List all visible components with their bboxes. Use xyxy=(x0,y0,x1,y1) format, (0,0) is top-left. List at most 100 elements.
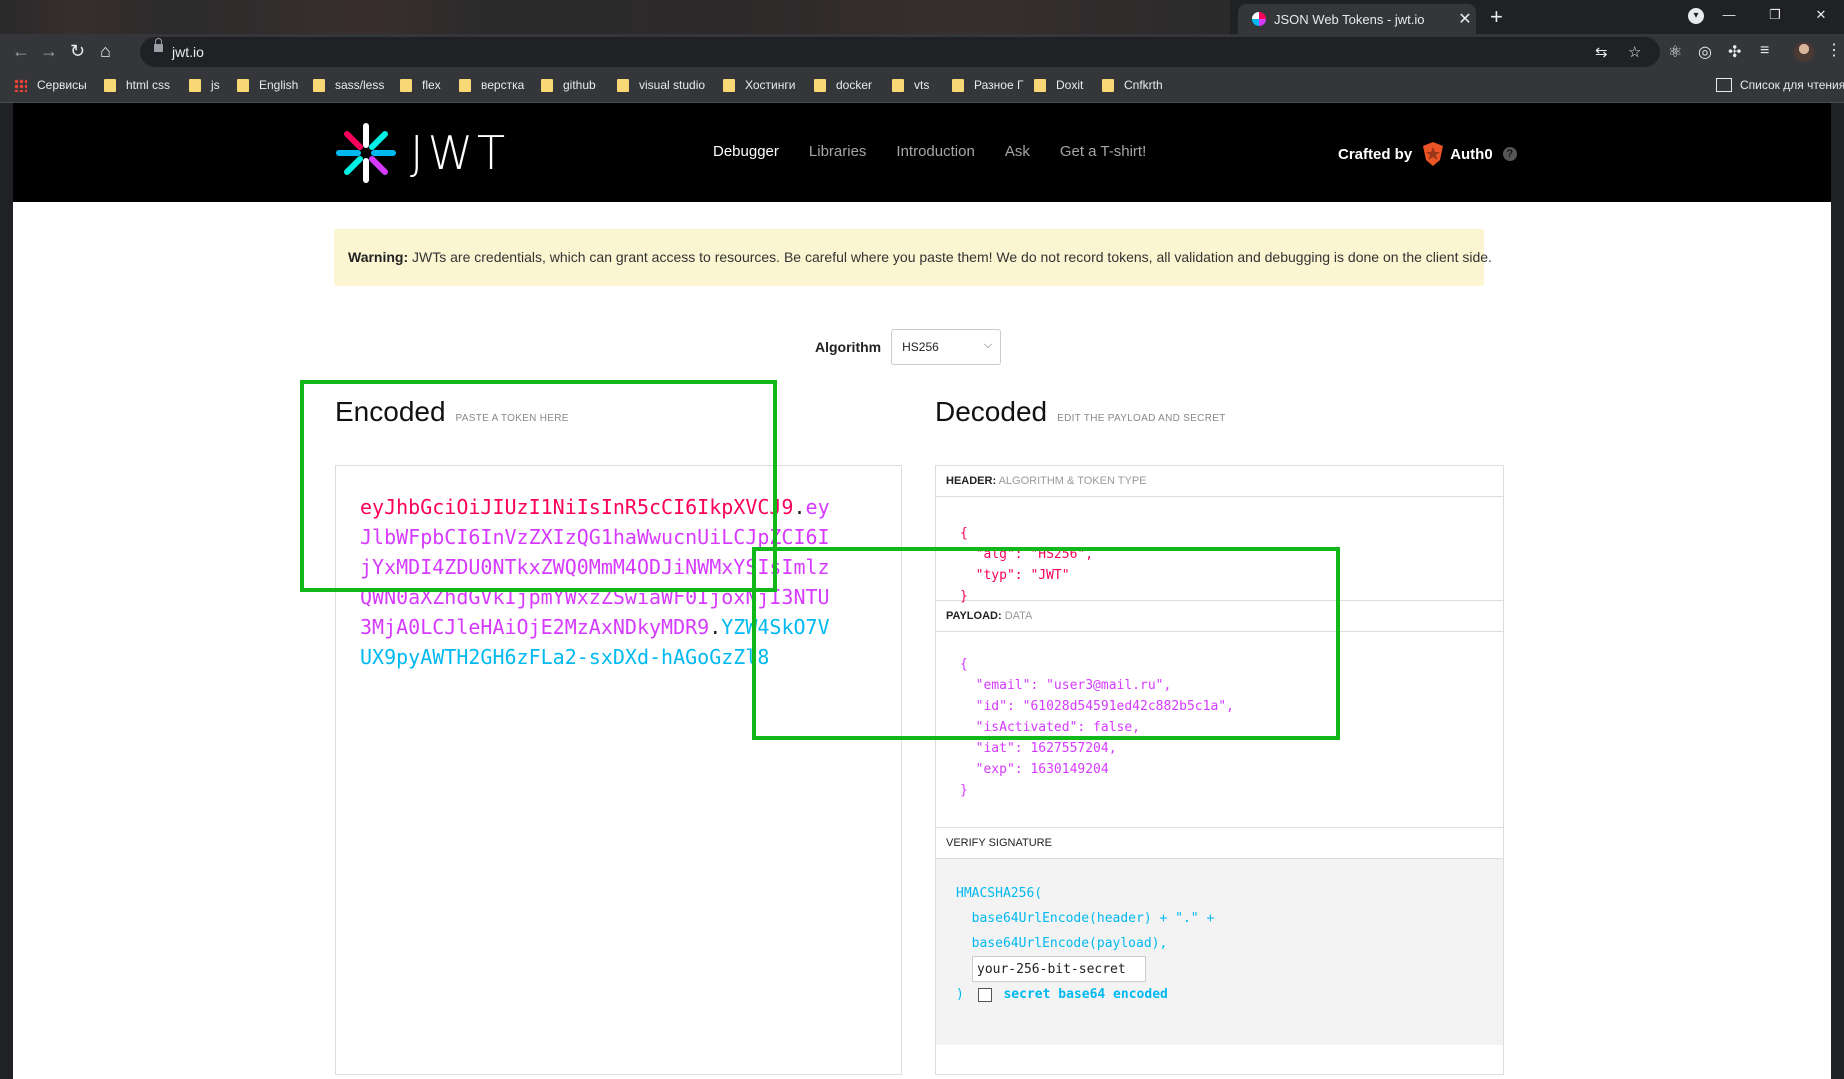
close-paren: ) xyxy=(956,987,964,1002)
extension-circle-icon[interactable]: ◎ xyxy=(1698,42,1712,62)
header-section-title: HEADER: ALGORITHM & TOKEN TYPE xyxy=(936,466,1503,497)
help-icon[interactable]: ? xyxy=(1502,147,1517,161)
bookmark-star-icon[interactable]: ☆ xyxy=(1628,43,1641,61)
warning-banner: Warning: JWTs are credentials, which can… xyxy=(334,229,1492,286)
json-line: "iat": 1627557204, xyxy=(960,741,1117,756)
bookmark-folder[interactable]: flex xyxy=(400,78,441,92)
bookmark-folder[interactable]: html css xyxy=(104,78,170,92)
nav-libraries[interactable]: Libraries xyxy=(809,143,867,160)
nav-tshirt[interactable]: Get a T-shirt! xyxy=(1060,143,1146,160)
apps-grid-icon xyxy=(14,78,27,92)
logo-text: JWT xyxy=(410,126,510,180)
bookmarks-bar: Сервисы html css js English sass/less fl… xyxy=(0,70,1844,103)
nav-debugger[interactable]: Debugger xyxy=(713,143,779,160)
jwt-logo[interactable]: JWT xyxy=(336,123,509,183)
close-window-icon[interactable]: ✕ xyxy=(1798,0,1844,30)
folder-icon xyxy=(459,78,471,92)
verify-line: HMACSHA256( xyxy=(956,886,1043,901)
bookmark-folder[interactable]: Разное Г xyxy=(952,78,1023,92)
crafted-by[interactable]: Crafted by Auth0 ? xyxy=(1338,142,1517,166)
tab-search-icon[interactable]: ▾ xyxy=(1688,8,1704,24)
folder-icon xyxy=(541,78,553,92)
tab-title: JSON Web Tokens - jwt.io xyxy=(1274,11,1425,27)
browser-menu-icon[interactable]: ⋮ xyxy=(1826,40,1842,60)
extensions-icon[interactable]: ✣ xyxy=(1728,42,1741,62)
page-viewport: JWT Debugger Libraries Introduction Ask … xyxy=(13,103,1831,1079)
bookmark-folder[interactable]: English xyxy=(237,78,298,92)
bookmark-folder[interactable]: github xyxy=(541,78,596,92)
minimize-icon[interactable]: — xyxy=(1706,0,1752,30)
media-queue-icon[interactable]: ≡ xyxy=(1760,42,1769,60)
verify-line: base64UrlEncode(payload), xyxy=(956,936,1168,951)
warning-text: JWTs are credentials, which can grant ac… xyxy=(412,249,1492,265)
tab-jwt[interactable]: JSON Web Tokens - jwt.io ✕ xyxy=(1238,4,1476,34)
new-tab-icon[interactable]: + xyxy=(1490,4,1503,30)
bookmark-folder[interactable]: js xyxy=(189,78,220,92)
translate-icon[interactable]: ⇆ xyxy=(1595,43,1608,61)
verify-signature-section: VERIFY SIGNATURE HMACSHA256( base64UrlEn… xyxy=(936,828,1503,1045)
warning-label: Warning: xyxy=(348,249,409,265)
header-sublabel: ALGORITHM & TOKEN TYPE xyxy=(998,475,1147,487)
header-label: HEADER: xyxy=(946,475,997,487)
blurred-tabs xyxy=(0,0,1230,34)
restore-icon[interactable]: ❐ xyxy=(1752,0,1798,30)
folder-icon xyxy=(1034,78,1046,92)
verify-line: base64UrlEncode(header) + "." + xyxy=(956,911,1215,926)
token-dot: . xyxy=(793,495,806,519)
json-line: "exp": 1630149204 xyxy=(960,762,1109,777)
folder-icon xyxy=(237,78,249,92)
folder-icon xyxy=(892,78,904,92)
react-devtools-icon[interactable]: ⚛ xyxy=(1668,42,1682,62)
decoded-title: Decoded xyxy=(935,396,1048,427)
bookmark-folder[interactable]: docker xyxy=(814,78,872,92)
jwt-logo-icon xyxy=(336,123,396,183)
algorithm-select[interactable]: HS256 ⌵ xyxy=(891,329,1002,365)
browser-toolbar: ← → ↻ ⌂ jwt.io ⇆ ☆ ⚛ ◎ ✣ ≡ ⋮ xyxy=(0,34,1844,70)
folder-icon xyxy=(1102,78,1114,92)
folder-icon xyxy=(313,78,325,92)
bookmark-folder[interactable]: Cnfkrth xyxy=(1102,78,1163,92)
reload-icon[interactable]: ↻ xyxy=(70,41,85,62)
decoded-hint: EDIT THE PAYLOAD AND SECRET xyxy=(1057,413,1226,424)
bookmark-folder[interactable]: sass/less xyxy=(313,78,384,92)
reading-list[interactable]: Список для чтения xyxy=(1716,78,1844,92)
back-icon[interactable]: ← xyxy=(12,41,30,62)
bookmark-folder[interactable]: visual studio xyxy=(617,78,705,92)
chevron-down-icon: ⌵ xyxy=(983,339,993,351)
url-text: jwt.io xyxy=(172,44,204,60)
jwt-favicon-icon xyxy=(1252,12,1266,26)
token-dot: . xyxy=(709,615,722,639)
folder-icon xyxy=(814,78,826,92)
crafted-by-label: Crafted by xyxy=(1338,145,1413,163)
auth0-shield-icon xyxy=(1423,142,1444,166)
secret-base64-checkbox[interactable] xyxy=(977,987,992,1002)
folder-icon xyxy=(617,78,629,92)
folder-icon xyxy=(104,78,116,92)
home-icon[interactable]: ⌂ xyxy=(100,41,111,62)
nav-ask[interactable]: Ask xyxy=(1005,143,1030,160)
bookmark-folder[interactable]: Хостинги xyxy=(723,78,795,92)
highlight-payload xyxy=(752,547,1340,740)
highlight-encoded-token xyxy=(300,380,777,592)
json-line: } xyxy=(960,783,968,798)
lock-icon xyxy=(154,38,163,52)
secret-input[interactable] xyxy=(972,956,1146,982)
algorithm-value: HS256 xyxy=(902,340,939,354)
close-tab-icon[interactable]: ✕ xyxy=(1454,9,1476,29)
algorithm-selector: Algorithm HS256 ⌵ xyxy=(815,329,1002,365)
folder-icon xyxy=(952,78,964,92)
forward-icon[interactable]: → xyxy=(40,41,58,62)
folder-icon xyxy=(400,78,412,92)
address-bar[interactable]: jwt.io ⇆ ☆ xyxy=(140,37,1660,67)
browser-titlebar: JSON Web Tokens - jwt.io ✕ + ▾ — ❐ ✕ xyxy=(0,0,1844,34)
profile-avatar[interactable] xyxy=(1794,42,1814,62)
bookmark-apps[interactable]: Сервисы xyxy=(14,78,87,92)
verify-signature-body: HMACSHA256( base64UrlEncode(header) + ".… xyxy=(936,859,1503,1029)
auth0-brand: Auth0 xyxy=(1450,145,1493,163)
nav-introduction[interactable]: Introduction xyxy=(896,143,974,160)
bookmark-folder[interactable]: vts xyxy=(892,78,929,92)
bookmark-folder[interactable]: верстка xyxy=(459,78,524,92)
site-nav: Debugger Libraries Introduction Ask Get … xyxy=(713,143,1146,160)
verify-section-title: VERIFY SIGNATURE xyxy=(936,828,1503,859)
bookmark-folder[interactable]: Doxit xyxy=(1034,78,1083,92)
